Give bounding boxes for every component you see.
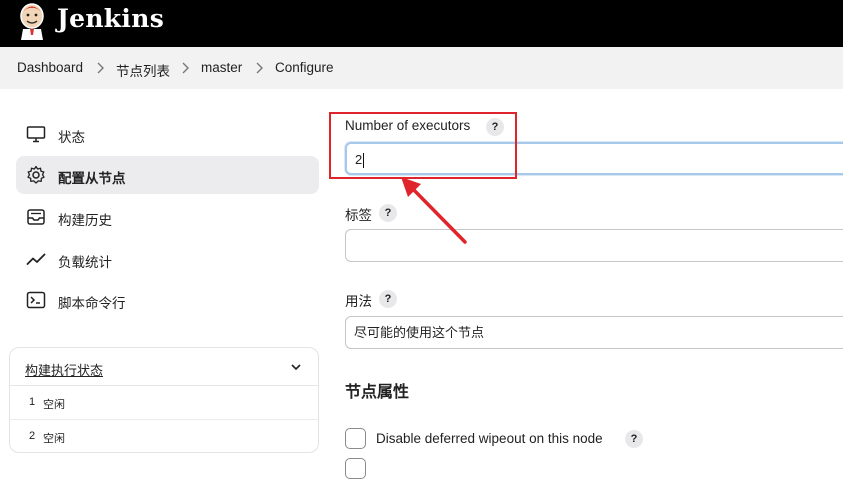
annotation-arrow-icon <box>401 177 467 244</box>
breadcrumb: Dashboard 节点列表 master Configure <box>0 47 843 89</box>
usage-select[interactable]: 尽可能的使用这个节点 <box>345 316 843 349</box>
executor-row: 2 空闲 <box>10 419 318 452</box>
sidebar-item-status[interactable]: 状态 <box>16 115 319 153</box>
executor-number: 2 <box>29 430 36 442</box>
breadcrumb-configure[interactable]: Configure <box>275 60 334 75</box>
deferred-wipeout-checkbox[interactable] <box>345 428 366 449</box>
breadcrumb-dashboard[interactable]: Dashboard <box>17 60 83 75</box>
executor-status-header[interactable]: 构建执行状态 <box>10 348 318 386</box>
usage-help-icon[interactable]: ? <box>379 290 397 308</box>
monitor-icon <box>26 126 46 143</box>
sidebar-item-label: 构建历史 <box>58 213 112 228</box>
inbox-icon <box>27 209 45 225</box>
executor-state: 空闲 <box>43 399 65 411</box>
gear-icon <box>27 165 45 184</box>
top-header: Jenkins <box>0 0 843 47</box>
sidebar-item-script-console[interactable]: 脚本命令行 <box>16 281 319 319</box>
sidebar-item-label: 负载统计 <box>58 255 112 270</box>
annotation-highlight-box <box>329 112 517 179</box>
sidebar-item-label: 配置从节点 <box>58 171 126 186</box>
chevron-right-icon <box>256 62 263 74</box>
terminal-icon <box>26 291 46 309</box>
breadcrumb-node-list[interactable]: 节点列表 <box>116 60 170 80</box>
sidebar-item-configure[interactable]: 配置从节点 <box>16 156 319 194</box>
labels-label: 标签 <box>345 208 372 223</box>
jenkins-logo-icon[interactable] <box>17 2 47 40</box>
deferred-wipeout-help-icon[interactable]: ? <box>625 430 643 448</box>
sidebar-item-build-history[interactable]: 构建历史 <box>16 198 319 236</box>
brand-title[interactable]: Jenkins <box>57 4 164 33</box>
executor-number: 1 <box>29 396 36 408</box>
chevron-right-icon <box>182 62 189 74</box>
sidebar-item-label: 脚本命令行 <box>58 296 126 311</box>
executor-status-panel: 构建执行状态 1 空闲 2 空闲 <box>9 347 319 453</box>
next-property-checkbox[interactable] <box>345 458 366 479</box>
executor-state: 空闲 <box>43 433 65 445</box>
trend-line-icon <box>26 253 46 265</box>
usage-label: 用法 <box>345 294 372 309</box>
breadcrumb-master[interactable]: master <box>201 60 242 75</box>
sidebar-item-label: 状态 <box>58 130 85 145</box>
usage-select-value: 尽可能的使用这个节点 <box>354 325 485 340</box>
sidebar-item-load-stats[interactable]: 负载统计 <box>16 240 319 278</box>
chevron-right-icon <box>97 62 104 74</box>
node-properties-heading: 节点属性 <box>345 384 410 401</box>
chevron-down-icon[interactable] <box>289 360 303 374</box>
executor-status-title[interactable]: 构建执行状态 <box>25 360 103 379</box>
deferred-wipeout-label[interactable]: Disable deferred wipeout on this node <box>376 431 603 446</box>
executor-row: 1 空闲 <box>10 386 318 419</box>
